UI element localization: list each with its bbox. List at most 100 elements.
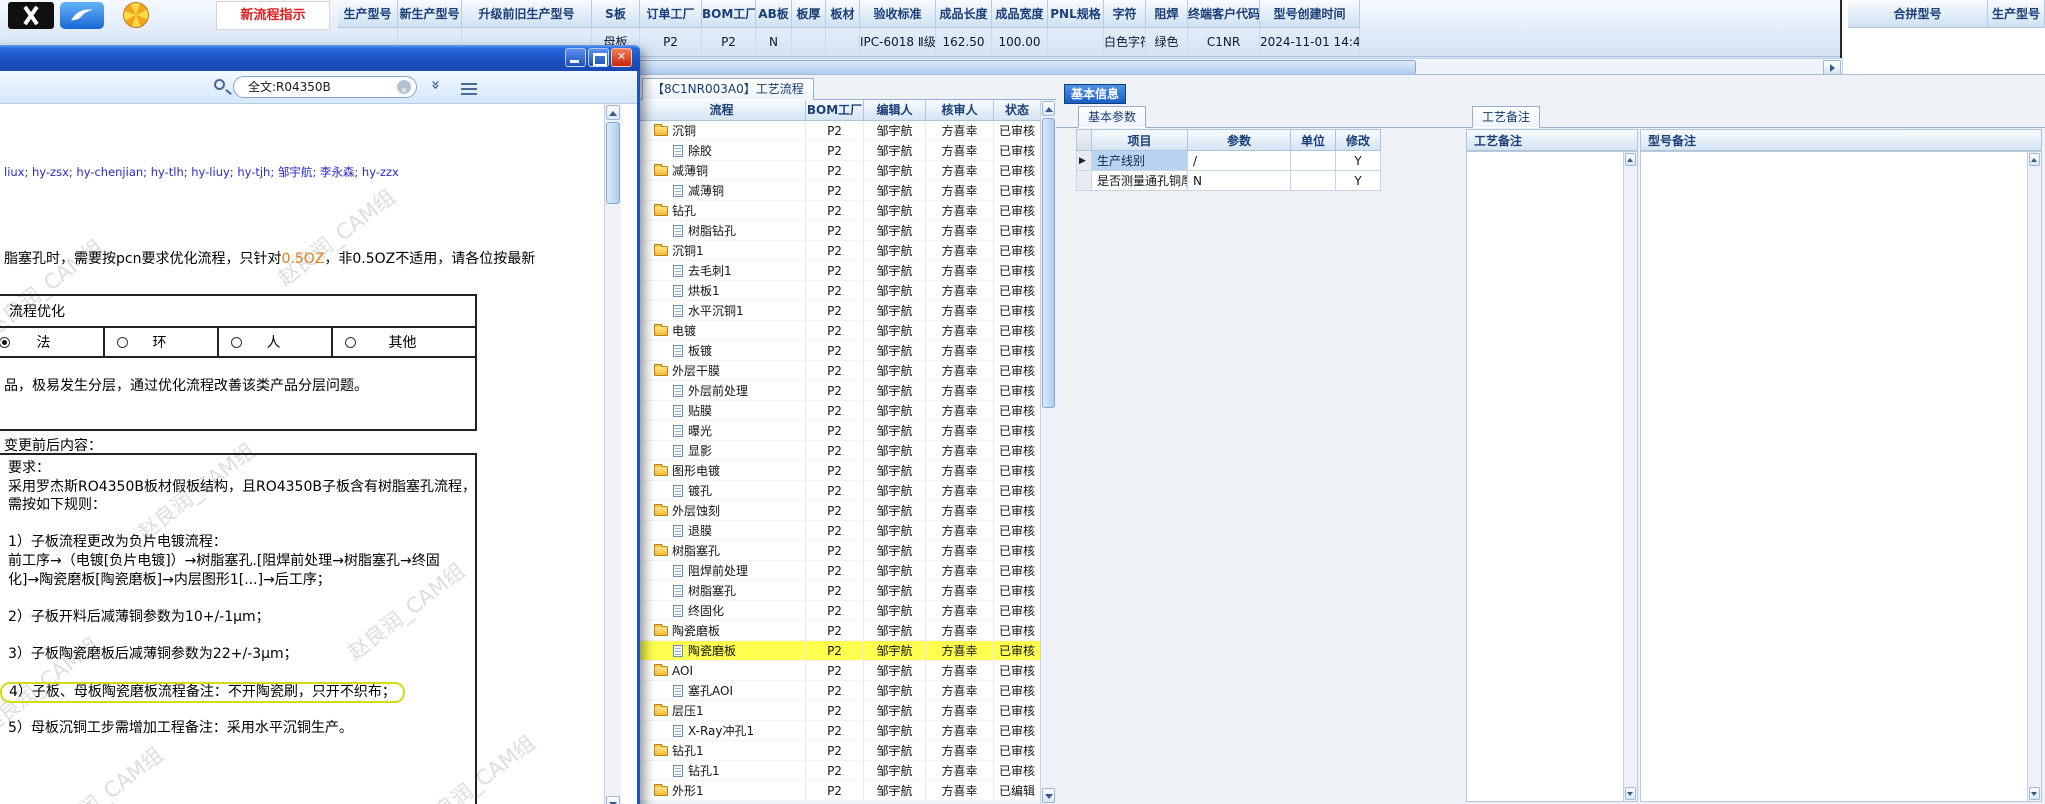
process-row[interactable]: 陶瓷磨板 P2 邹宇航 方喜幸 已审核 xyxy=(638,641,1041,661)
app-logo-x-icon[interactable] xyxy=(8,2,54,29)
scroll-down-icon[interactable] xyxy=(1042,788,1055,803)
scrollbar-thumb[interactable] xyxy=(1042,118,1055,408)
process-row[interactable]: 烘板1 P2 邹宇航 方喜幸 已审核 xyxy=(638,281,1041,301)
column-header[interactable]: AB板 xyxy=(756,0,792,28)
tab-process-flow[interactable]: 【8C1NR003A0】工艺流程 xyxy=(642,78,814,100)
process-row[interactable]: 钻孔1 P2 邹宇航 方喜幸 已审核 xyxy=(638,741,1041,761)
process-row[interactable]: 外层前处理 P2 邹宇航 方喜幸 已审核 xyxy=(638,381,1041,401)
process-row[interactable]: X-Ray冲孔1 P2 邹宇航 方喜幸 已审核 xyxy=(638,721,1041,741)
list-view-icon[interactable] xyxy=(461,83,477,85)
process-row[interactable]: 除胶 P2 邹宇航 方喜幸 已审核 xyxy=(638,141,1041,161)
column-header[interactable]: 项目 xyxy=(1092,129,1188,151)
process-row[interactable]: 去毛刺1 P2 邹宇航 方喜幸 已审核 xyxy=(638,261,1041,281)
column-header[interactable]: 终端客户代码 xyxy=(1188,0,1260,28)
column-header[interactable]: 成品宽度 xyxy=(992,0,1048,28)
tab-basic-params[interactable]: 基本参数 xyxy=(1078,106,1147,128)
column-header[interactable]: 板厚 xyxy=(792,0,826,28)
radio-option[interactable]: 环 xyxy=(105,328,219,356)
process-row[interactable]: 钻孔 P2 邹宇航 方喜幸 已审核 xyxy=(638,201,1041,221)
param-row[interactable]: 是否测量通孔铜厚 N Y xyxy=(1076,171,1381,191)
process-row[interactable]: 塞孔AOI P2 邹宇航 方喜幸 已审核 xyxy=(638,681,1041,701)
column-header[interactable]: 编辑人 xyxy=(864,100,926,121)
process-vertical-scrollbar[interactable] xyxy=(1040,100,1056,804)
process-row[interactable]: 镀孔 P2 邹宇航 方喜幸 已审核 xyxy=(638,481,1041,501)
column-header[interactable]: 单位 xyxy=(1291,129,1336,151)
process-row[interactable]: 外层干膜 P2 邹宇航 方喜幸 已审核 xyxy=(638,361,1041,381)
column-header[interactable]: 升级前旧生产型号 xyxy=(462,0,592,28)
column-header[interactable]: 合拼型号 xyxy=(1848,0,1988,28)
recipient-links[interactable]: liux; hy-zsx; hy-chenjian; hy-tlh; hy-li… xyxy=(4,164,399,180)
process-row[interactable]: 退膜 P2 邹宇航 方喜幸 已审核 xyxy=(638,521,1041,541)
window-titlebar[interactable] xyxy=(0,45,640,71)
process-row[interactable]: 外形1 P2 邹宇航 方喜幸 已编辑 xyxy=(638,781,1041,801)
radio-icon[interactable] xyxy=(0,336,10,348)
tab-process-notes[interactable]: 工艺备注 xyxy=(1472,106,1541,128)
process-row[interactable]: 曝光 P2 邹宇航 方喜幸 已审核 xyxy=(638,421,1041,441)
process-row[interactable]: 减薄铜 P2 邹宇航 方喜幸 已审核 xyxy=(638,161,1041,181)
column-header[interactable]: 字符 xyxy=(1104,0,1146,28)
scroll-down-icon[interactable] xyxy=(606,796,620,804)
double-chevron-down-icon[interactable]: » xyxy=(427,76,451,96)
bird-app-icon[interactable] xyxy=(60,2,104,29)
search-input[interactable]: 全文:R04350B xyxy=(233,76,417,101)
column-header[interactable]: 验收标准 xyxy=(860,0,936,28)
column-header[interactable]: 成品长度 xyxy=(936,0,992,28)
close-button[interactable] xyxy=(611,48,632,67)
process-row[interactable]: AOI P2 邹宇航 方喜幸 已审核 xyxy=(638,661,1041,681)
process-row[interactable]: 沉铜 P2 邹宇航 方喜幸 已审核 xyxy=(638,121,1041,141)
process-row[interactable]: 树脂塞孔 P2 邹宇航 方喜幸 已审核 xyxy=(638,581,1041,601)
new-flow-indicator[interactable]: 新流程指示 xyxy=(216,1,330,30)
scroll-up-icon[interactable] xyxy=(1042,101,1055,116)
process-row[interactable]: 陶瓷磨板 P2 邹宇航 方喜幸 已审核 xyxy=(638,621,1041,641)
radio-option[interactable]: 法 xyxy=(0,328,105,356)
process-row[interactable]: 电镀 P2 邹宇航 方喜幸 已审核 xyxy=(638,321,1041,341)
minimize-button[interactable] xyxy=(565,48,586,67)
notes-vertical-scrollbar[interactable] xyxy=(1623,152,1637,801)
radio-option[interactable]: 人 xyxy=(219,328,333,356)
radio-icon[interactable] xyxy=(231,336,242,348)
scroll-down-icon[interactable] xyxy=(1625,787,1636,800)
maximize-button[interactable] xyxy=(588,48,609,67)
process-row[interactable]: 终固化 P2 邹宇航 方喜幸 已审核 xyxy=(638,601,1041,621)
notes-vertical-scrollbar[interactable] xyxy=(2027,152,2041,801)
scroll-up-icon[interactable] xyxy=(2029,153,2040,166)
model-notes-pane[interactable] xyxy=(1640,151,2042,802)
column-header[interactable]: 板材 xyxy=(826,0,860,28)
column-header[interactable]: 型号创建时间 xyxy=(1260,0,1360,28)
process-row[interactable]: 减薄铜 P2 邹宇航 方喜幸 已审核 xyxy=(638,181,1041,201)
column-header[interactable]: 阻焊 xyxy=(1146,0,1188,28)
process-row[interactable]: 树脂钻孔 P2 邹宇航 方喜幸 已审核 xyxy=(638,221,1041,241)
scroll-up-icon[interactable] xyxy=(1625,153,1636,166)
radio-option[interactable]: 其他 xyxy=(333,328,475,356)
param-row[interactable]: ▶ 生产线别 / Y xyxy=(1076,151,1381,171)
process-row[interactable]: 板镀 P2 邹宇航 方喜幸 已审核 xyxy=(638,341,1041,361)
process-row[interactable]: 阻焊前处理 P2 邹宇航 方喜幸 已审核 xyxy=(638,561,1041,581)
param-value-cell[interactable]: N xyxy=(1188,171,1291,191)
column-header[interactable]: BOM工厂 xyxy=(806,100,864,121)
column-header[interactable]: BOM工厂 xyxy=(702,0,756,28)
column-header[interactable]: 流程 xyxy=(638,100,806,121)
clear-search-icon[interactable] xyxy=(397,80,411,101)
radio-icon[interactable] xyxy=(345,336,356,348)
process-row[interactable]: 层压1 P2 邹宇航 方喜幸 已审核 xyxy=(638,701,1041,721)
process-row[interactable]: 显影 P2 邹宇航 方喜幸 已审核 xyxy=(638,441,1041,461)
shell-app-icon[interactable] xyxy=(112,2,160,29)
column-header[interactable]: PNL规格 xyxy=(1048,0,1104,28)
process-row[interactable]: 沉铜1 P2 邹宇航 方喜幸 已审核 xyxy=(638,241,1041,261)
radio-icon[interactable] xyxy=(117,336,128,348)
process-row[interactable]: 贴膜 P2 邹宇航 方喜幸 已审核 xyxy=(638,401,1041,421)
column-header[interactable]: 订单工厂 xyxy=(640,0,702,28)
param-value-cell[interactable]: / xyxy=(1188,151,1291,171)
process-row[interactable]: 树脂塞孔 P2 邹宇航 方喜幸 已审核 xyxy=(638,541,1041,561)
process-row[interactable]: 水平沉铜1 P2 邹宇航 方喜幸 已审核 xyxy=(638,301,1041,321)
process-row[interactable]: 外层蚀刻 P2 邹宇航 方喜幸 已审核 xyxy=(638,501,1041,521)
column-header[interactable]: 核审人 xyxy=(926,100,994,121)
scroll-right-icon[interactable] xyxy=(1823,60,1841,75)
process-row[interactable]: 钻孔1 P2 邹宇航 方喜幸 已审核 xyxy=(638,761,1041,781)
document-vertical-scrollbar[interactable] xyxy=(604,104,621,804)
column-header[interactable]: 生产型号 xyxy=(1988,0,2045,28)
column-header[interactable]: 修改 xyxy=(1336,129,1381,151)
column-header[interactable]: 状态 xyxy=(994,100,1041,121)
process-notes-pane[interactable] xyxy=(1466,151,1638,802)
scroll-down-icon[interactable] xyxy=(2029,787,2040,800)
